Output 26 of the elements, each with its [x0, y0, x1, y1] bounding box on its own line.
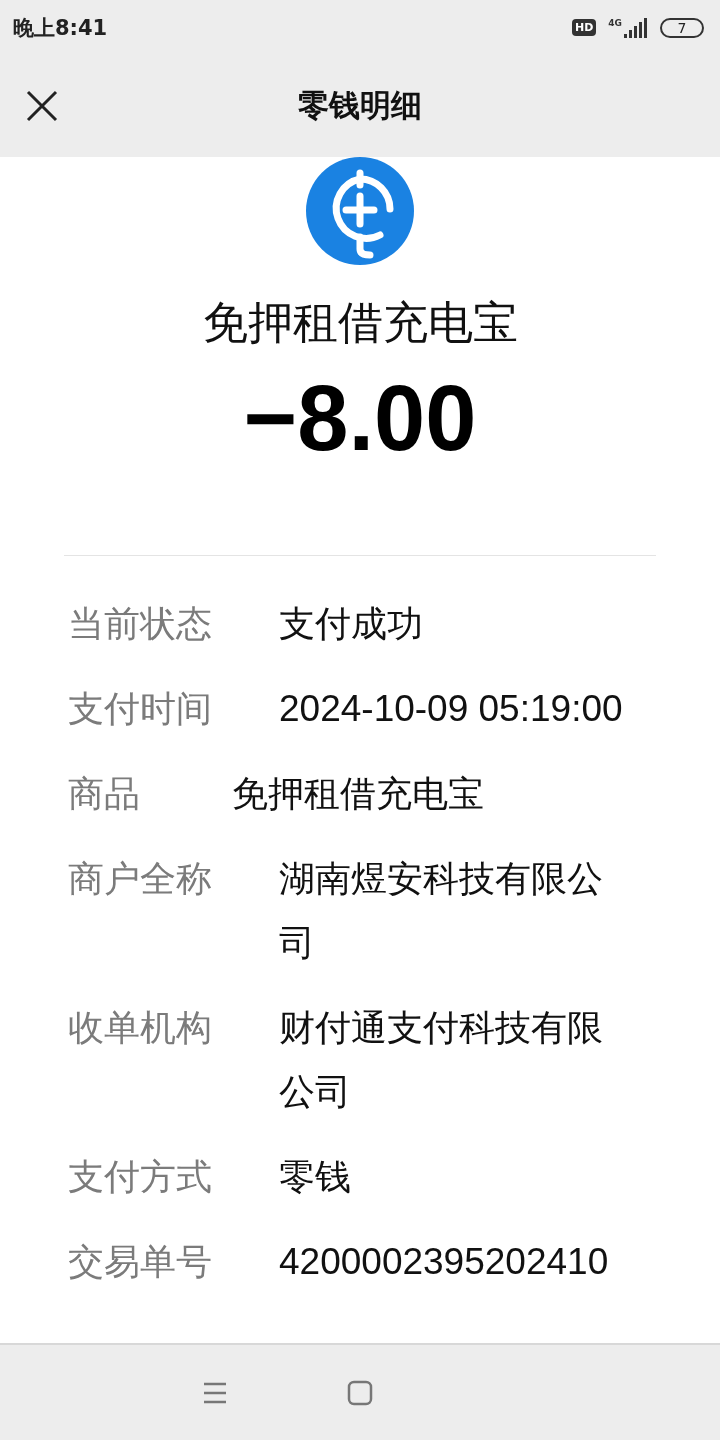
- detail-label: 当前状态: [68, 602, 213, 647]
- network-label: 4G: [608, 17, 622, 28]
- close-icon[interactable]: [26, 90, 58, 122]
- detail-value: 支付成功: [279, 602, 424, 647]
- plus-coin-icon: [306, 157, 414, 265]
- amount: −8.00: [243, 366, 477, 471]
- detail-value: 零钱: [279, 1155, 352, 1200]
- signal-icon: [624, 17, 648, 38]
- detail-value: 湖南煜安科技有限公司: [279, 857, 604, 966]
- detail-label: 交易单号: [68, 1240, 213, 1285]
- battery-icon: 7: [660, 17, 704, 38]
- home-icon[interactable]: [347, 1379, 373, 1406]
- page-title: 零钱明细: [298, 86, 422, 125]
- detail-label: 商户全称: [68, 857, 213, 902]
- detail-label: 支付方式: [68, 1155, 213, 1200]
- detail-value: 4200002395202410: [279, 1240, 609, 1285]
- detail-label: 收单机构: [68, 1006, 213, 1051]
- detail-label: 商品: [68, 772, 141, 817]
- detail-value: 财付通支付科技有限公司: [279, 1006, 604, 1115]
- detail-value: 2024-10-09 05:19:00: [279, 687, 623, 732]
- menu-icon[interactable]: [203, 1381, 227, 1404]
- detail-label: 支付时间: [68, 687, 213, 732]
- merchant-name: 免押租借充电宝: [202, 295, 518, 351]
- status-time: 晚上8:41: [13, 14, 108, 42]
- hd-badge: HD: [572, 19, 597, 36]
- detail-value: 免押租借充电宝: [232, 772, 485, 817]
